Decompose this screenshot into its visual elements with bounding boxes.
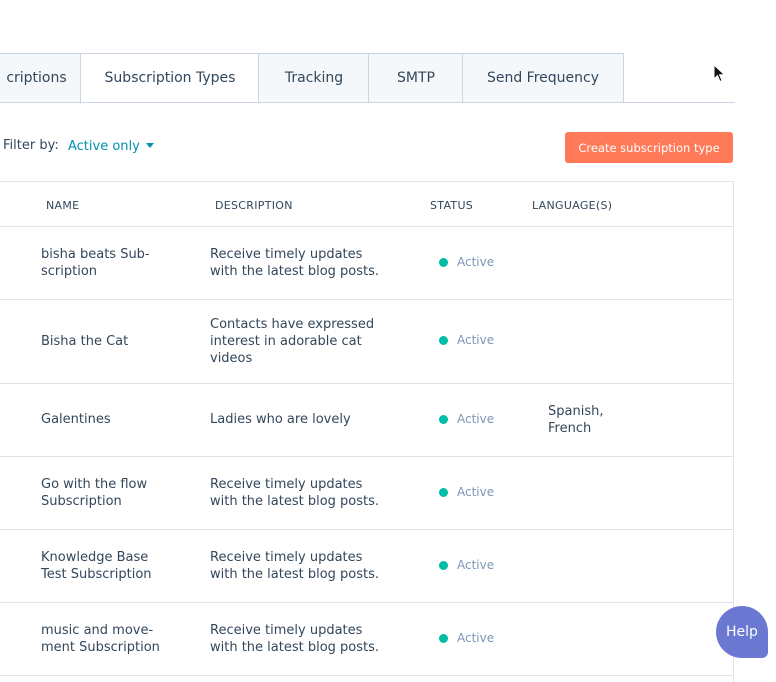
subscription-name[interactable]: Galentines [41, 411, 111, 428]
create-subscription-type-button[interactable]: Create subscription type [565, 132, 733, 163]
subscription-description: Contacts have expressed interest in ador… [210, 317, 375, 366]
tab-smtp[interactable]: SMTP [368, 53, 464, 103]
status-badge: Active [457, 255, 495, 269]
table-row[interactable]: Bisha the Cat Contacts have expressed int… [0, 299, 733, 384]
subscription-name[interactable]: Go with the flow Subscription [41, 476, 147, 510]
column-header-languages: LANGUAGE(S) [532, 199, 613, 212]
table-header: NAME DESCRIPTION STATUS LANGUAGE(S) [0, 182, 733, 227]
filter-value: Active only [68, 139, 140, 154]
tab-label: Tracking [284, 70, 344, 86]
subscription-name[interactable]: music and move- ment Subscription [41, 622, 160, 656]
subscription-name[interactable]: Bisha the Cat [41, 333, 128, 350]
filter-label: Filter by: [3, 138, 59, 153]
status-active-dot-icon [439, 488, 448, 497]
subscription-description: Ladies who are lovely [210, 412, 351, 427]
table-row[interactable]: Galentines Ladies who are lovely Active Spa… [0, 383, 733, 457]
table-row[interactable]: Go with the flow Subscription Receive tim… [0, 456, 733, 530]
help-button[interactable]: Help [716, 606, 768, 658]
column-header-status: STATUS [430, 199, 474, 212]
filter-dropdown[interactable]: Active only [68, 139, 154, 154]
tab-label: Send Frequency [486, 70, 600, 86]
column-header-description: DESCRIPTION [215, 199, 293, 212]
subscription-description: Receive timely updates with the latest b… [210, 477, 380, 509]
subscription-languages: Spanish, French [548, 404, 604, 436]
caret-down-icon [145, 143, 154, 148]
table-row[interactable]: music and move- ment Subscription Receive… [0, 602, 733, 676]
status-badge: Active [457, 558, 495, 572]
subscription-types-table: NAME DESCRIPTION STATUS LANGUAGE(S) bish… [0, 181, 734, 682]
tab-subscription-types[interactable]: Subscription Types [80, 53, 260, 104]
status-active-dot-icon [439, 415, 448, 424]
subscription-name[interactable]: bisha beats Sub- scription [41, 246, 150, 280]
status-active-dot-icon [439, 634, 448, 643]
subscription-description: Receive timely updates with the latest b… [210, 550, 380, 582]
tab-label: Subscription Types [104, 70, 236, 86]
tab-send-frequency[interactable]: Send Frequency [462, 53, 624, 103]
status-badge: Active [457, 631, 495, 645]
status-active-dot-icon [439, 336, 448, 345]
mouse-pointer-icon [713, 64, 726, 83]
status-badge: Active [457, 333, 495, 347]
status-badge: Active [457, 412, 495, 426]
subscription-description: Receive timely updates with the latest b… [210, 623, 380, 655]
tab-label: criptions [6, 70, 67, 86]
tab-subscriptions[interactable]: criptions [0, 53, 83, 103]
table-row[interactable]: bisha beats Sub- scription Receive timely… [0, 226, 733, 300]
status-active-dot-icon [439, 258, 448, 267]
tab-tracking[interactable]: Tracking [258, 53, 370, 103]
tab-label: SMTP [397, 70, 435, 86]
status-active-dot-icon [439, 561, 448, 570]
subscription-description: Receive timely updates with the latest b… [210, 247, 380, 279]
column-header-name[interactable]: NAME [46, 199, 79, 212]
tab-divider [0, 102, 735, 103]
table-row[interactable]: Knowledge Base Test Subscription Receive … [0, 529, 733, 603]
status-badge: Active [457, 485, 495, 499]
subscription-name[interactable]: Knowledge Base Test Subscription [41, 549, 152, 583]
